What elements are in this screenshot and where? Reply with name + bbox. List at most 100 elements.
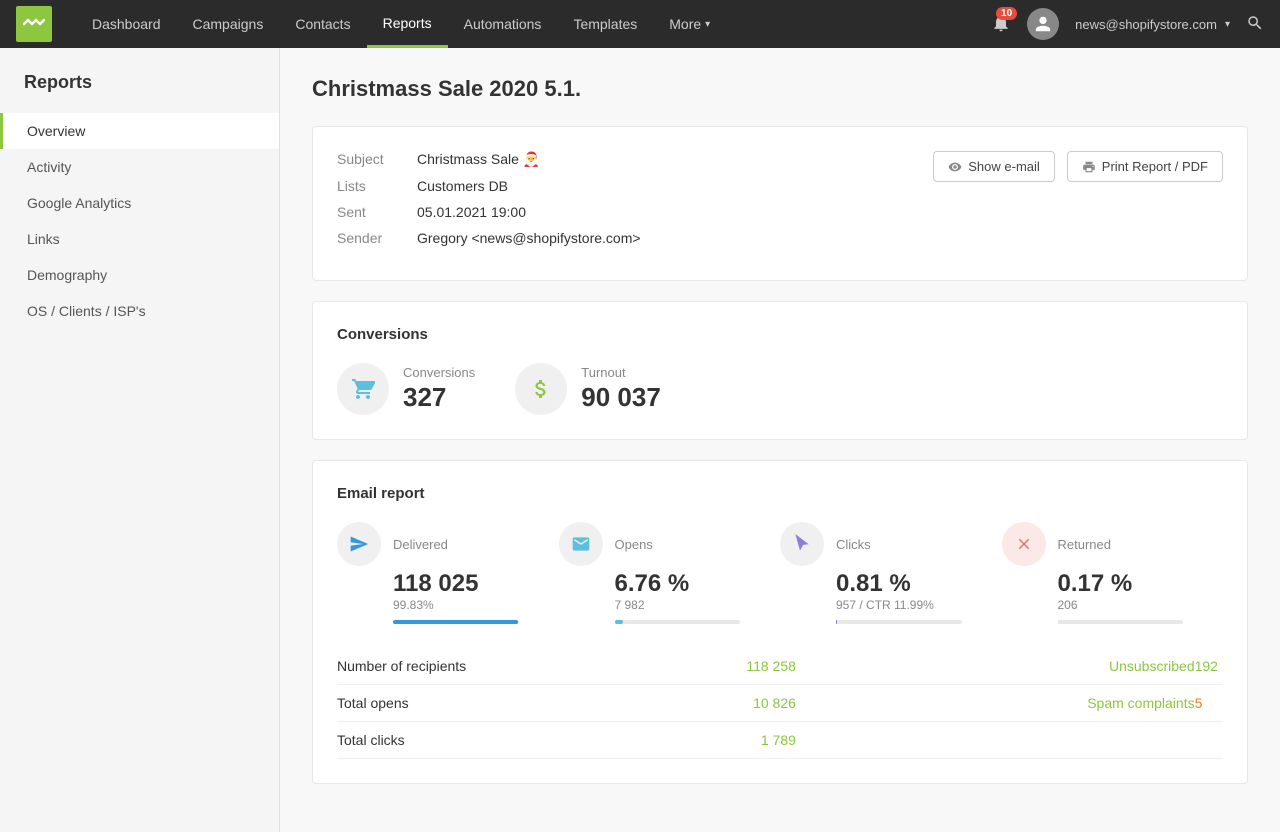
conversions-info: Conversions 327 [403, 365, 475, 413]
send-icon [349, 534, 369, 554]
turnout-metric: Turnout 90 037 [515, 363, 661, 415]
clicks-label: Clicks [836, 537, 871, 552]
eye-icon [948, 160, 962, 174]
stats-row-total-clicks: Total clicks 1 789 [337, 722, 1223, 759]
nav-reports[interactable]: Reports [367, 0, 448, 48]
more-dropdown-icon: ▾ [705, 19, 710, 30]
info-row-lists: Lists Customers DB [337, 178, 933, 194]
info-row-subject: Subject Christmass Sale 🎅 [337, 151, 933, 168]
spam-complaints-value: 5 [1195, 685, 1223, 722]
main-content: Christmass Sale 2020 5.1. Subject Christ… [280, 48, 1280, 832]
total-opens-value: 10 826 [736, 685, 796, 722]
nav-templates[interactable]: Templates [557, 0, 653, 48]
delivered-label: Delivered [393, 537, 448, 552]
cursor-icon [792, 534, 812, 554]
sent-label: Sent [337, 204, 417, 220]
sidebar-item-links[interactable]: Links [0, 221, 279, 257]
info-row-sender: Sender Gregory <news@shopifystore.com> [337, 230, 933, 246]
total-clicks-label: Total clicks [337, 722, 736, 759]
conversions-label: Conversions [403, 365, 475, 380]
delivered-value: 118 025 [393, 570, 539, 598]
total-opens-label: Total opens [337, 685, 736, 722]
email-metrics-row: Delivered 118 025 99.83% Opens [337, 522, 1223, 624]
nav-campaigns[interactable]: Campaigns [177, 0, 280, 48]
sidebar-item-demography[interactable]: Demography [0, 257, 279, 293]
search-button[interactable] [1246, 14, 1264, 35]
notification-badge: 10 [996, 7, 1017, 20]
info-fields: Subject Christmass Sale 🎅 Lists Customer… [337, 151, 933, 256]
nav-contacts[interactable]: Contacts [279, 0, 366, 48]
sent-value: 05.01.2021 19:00 [417, 204, 526, 220]
delivered-sub: 99.83% [393, 598, 539, 612]
delivered-progress-fill [393, 620, 518, 624]
sidebar-item-overview[interactable]: Overview [0, 113, 279, 149]
spam-complaints-label: Spam complaints [885, 685, 1195, 722]
returned-header: Returned [1002, 522, 1204, 566]
notification-button[interactable]: 10 [991, 13, 1011, 36]
unsubscribed-label: Unsubscribed [885, 648, 1195, 685]
turnout-info: Turnout 90 037 [581, 365, 661, 413]
clicks-header: Clicks [780, 522, 982, 566]
sidebar-item-google-analytics[interactable]: Google Analytics [0, 185, 279, 221]
conversions-value: 327 [403, 382, 475, 413]
avatar [1027, 8, 1059, 40]
print-icon [1082, 160, 1096, 174]
clicks-progress-bg [836, 620, 962, 624]
opens-progress-bg [615, 620, 741, 624]
clicks-value: 0.81 % [836, 570, 982, 598]
info-grid: Subject Christmass Sale 🎅 Lists Customer… [337, 151, 1223, 256]
conversions-card: Conversions Conversions 327 [312, 301, 1248, 440]
cart-icon [351, 377, 375, 401]
opens-progress-fill [615, 620, 623, 624]
subject-label: Subject [337, 151, 417, 168]
stats-section: Number of recipients 118 258 Unsubscribe… [337, 648, 1223, 759]
clicks-progress-fill [836, 620, 837, 624]
unsubscribed-value: 192 [1195, 648, 1223, 685]
conversions-title: Conversions [337, 326, 1223, 343]
stats-row-recipients: Number of recipients 118 258 Unsubscribe… [337, 648, 1223, 685]
nav-automations[interactable]: Automations [448, 0, 558, 48]
print-report-button[interactable]: Print Report / PDF [1067, 151, 1223, 182]
returned-metric: Returned 0.17 % 206 [1002, 522, 1224, 624]
app-logo[interactable] [16, 6, 52, 42]
returned-progress-bg [1058, 620, 1184, 624]
returned-value: 0.17 % [1058, 570, 1204, 598]
delivered-header: Delivered [337, 522, 539, 566]
page-title: Christmass Sale 2020 5.1. [312, 76, 1248, 102]
user-menu-button[interactable]: news@shopifystore.com ▾ [1075, 17, 1230, 32]
stats-row-total-opens: Total opens 10 826 Spam complaints 5 [337, 685, 1223, 722]
conversions-metrics: Conversions 327 Turnout 90 037 [337, 363, 1223, 415]
delivered-progress-bg [393, 620, 519, 624]
total-clicks-value: 1 789 [736, 722, 796, 759]
opens-label: Opens [615, 537, 653, 552]
subject-value: Christmass Sale 🎅 [417, 151, 540, 168]
conversions-metric: Conversions 327 [337, 363, 475, 415]
info-actions: Show e-mail Print Report / PDF [933, 151, 1223, 182]
user-dropdown-icon: ▾ [1225, 19, 1230, 30]
mail-icon-container [559, 522, 603, 566]
recipients-value: 118 258 [736, 648, 796, 685]
turnout-value: 90 037 [581, 382, 661, 413]
close-icon [1015, 535, 1033, 553]
cursor-icon-container [780, 522, 824, 566]
lists-value: Customers DB [417, 178, 508, 194]
money-icon-container [515, 363, 567, 415]
nav-dashboard[interactable]: Dashboard [76, 0, 177, 48]
sidebar-item-os-clients[interactable]: OS / Clients / ISP's [0, 293, 279, 329]
sidebar-item-activity[interactable]: Activity [0, 149, 279, 185]
email-report-card: Email report Delivered 118 025 99.83% [312, 460, 1248, 784]
campaign-info-card: Subject Christmass Sale 🎅 Lists Customer… [312, 126, 1248, 281]
send-icon-container [337, 522, 381, 566]
email-report-title: Email report [337, 485, 1223, 502]
sidebar-title: Reports [0, 72, 279, 113]
opens-value: 6.76 % [615, 570, 761, 598]
opens-header: Opens [559, 522, 761, 566]
user-email: news@shopifystore.com [1075, 17, 1217, 32]
mail-icon [571, 534, 591, 554]
nav-more[interactable]: More ▾ [653, 0, 726, 48]
show-email-button[interactable]: Show e-mail [933, 151, 1055, 182]
returned-sub: 206 [1058, 598, 1204, 612]
top-navigation: Dashboard Campaigns Contacts Reports Aut… [0, 0, 1280, 48]
money-icon [529, 377, 553, 401]
cart-icon-container [337, 363, 389, 415]
